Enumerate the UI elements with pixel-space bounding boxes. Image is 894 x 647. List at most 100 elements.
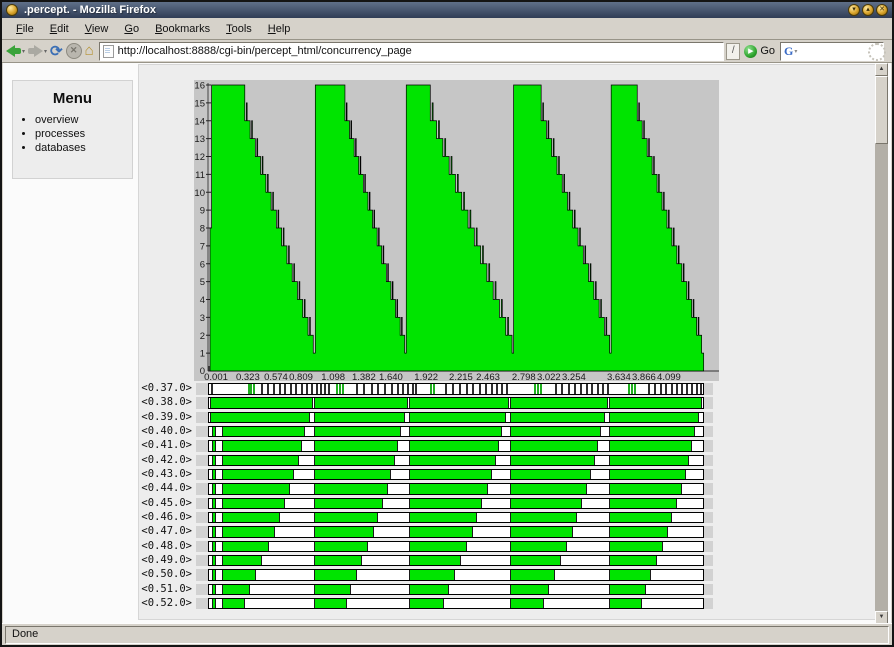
back-dropdown-caret[interactable]: ▾ xyxy=(22,48,25,55)
vertical-scrollbar[interactable]: ▲ ▼ xyxy=(875,63,888,624)
event-tick xyxy=(273,384,276,394)
url-bar[interactable] xyxy=(98,41,725,61)
event-tick xyxy=(377,384,380,394)
event-tick xyxy=(396,384,399,394)
running-segment xyxy=(212,441,216,451)
forward-arrow-icon xyxy=(34,45,44,57)
home-button[interactable]: ⌂ xyxy=(85,43,94,58)
process-timeline-bar xyxy=(208,411,704,424)
event-tick xyxy=(278,384,281,394)
event-tick xyxy=(606,384,609,394)
process-timeline-bar xyxy=(208,440,704,452)
running-segment xyxy=(212,512,216,523)
running-segment xyxy=(409,426,503,437)
process-row: <0.47.0> xyxy=(139,525,877,539)
running-segment xyxy=(221,484,291,494)
process-row: <0.39.0> xyxy=(139,411,877,425)
process-row: <0.45.0> xyxy=(139,497,877,511)
menu-help[interactable]: Help xyxy=(260,21,299,37)
title-bar[interactable]: .percept. - Mozilla Firefox ▾ ▴ ✕ xyxy=(2,2,892,18)
svg-text:0.809: 0.809 xyxy=(289,372,313,381)
svg-text:9: 9 xyxy=(200,206,205,217)
running-segment xyxy=(409,584,449,595)
svg-text:3.866: 3.866 xyxy=(632,372,656,381)
sidebar-item-processes[interactable]: processes xyxy=(35,128,132,140)
run-tick xyxy=(627,384,630,394)
menu-edit[interactable]: Edit xyxy=(42,21,77,37)
scroll-up-button[interactable]: ▲ xyxy=(875,63,888,76)
running-segment xyxy=(409,498,483,509)
svg-text:15: 15 xyxy=(194,98,205,109)
event-tick xyxy=(465,384,468,394)
scrollbar-thumb[interactable] xyxy=(875,76,888,144)
svg-text:0.323: 0.323 xyxy=(236,372,260,381)
run-tick xyxy=(250,384,253,394)
running-segment xyxy=(313,512,379,523)
status-bar: Done xyxy=(2,623,892,645)
svg-text:2.798: 2.798 xyxy=(512,372,536,381)
nav-toolbar: ▾ ▾ ⟳ ✕ ⌂ / ▶ Go G ▾ xyxy=(2,40,892,63)
running-segment xyxy=(313,584,351,595)
running-segment xyxy=(221,426,306,437)
event-tick xyxy=(311,384,314,394)
event-tick xyxy=(490,384,493,394)
forward-dropdown-caret[interactable]: ▾ xyxy=(44,48,47,55)
event-tick xyxy=(407,384,410,394)
running-segment xyxy=(409,455,496,466)
run-tick xyxy=(433,384,436,394)
event-tick xyxy=(686,384,689,394)
running-segment xyxy=(221,441,302,451)
running-segment xyxy=(212,498,216,509)
running-segment xyxy=(313,426,402,437)
process-pid-label: <0.46.0> xyxy=(141,510,192,523)
svg-text:10: 10 xyxy=(194,188,205,199)
event-tick xyxy=(300,384,303,394)
event-tick xyxy=(574,384,577,394)
google-search-icon[interactable]: G xyxy=(784,44,793,59)
menu-bookmarks[interactable]: Bookmarks xyxy=(147,21,218,37)
event-tick xyxy=(478,384,481,394)
sidebar-item-databases[interactable]: databases xyxy=(35,142,132,154)
running-segment xyxy=(313,541,369,552)
window-title: .percept. - Mozilla Firefox xyxy=(24,4,157,16)
menu-file[interactable]: File xyxy=(8,21,42,37)
menu-tools[interactable]: Tools xyxy=(218,21,260,37)
url-dropdown-button[interactable]: / xyxy=(726,42,741,60)
minimize-button[interactable]: ▾ xyxy=(848,4,860,16)
running-segment xyxy=(212,426,216,437)
running-segment xyxy=(221,541,269,552)
process-timeline-bar xyxy=(208,597,704,610)
running-segment xyxy=(609,541,663,552)
menu-view[interactable]: View xyxy=(77,21,117,37)
process-timeline-strip xyxy=(196,397,713,409)
close-button[interactable]: ✕ xyxy=(876,4,888,16)
running-segment xyxy=(409,398,510,408)
go-button-label: Go xyxy=(760,45,775,57)
process-timeline-strip xyxy=(196,483,713,495)
maximize-button[interactable]: ▴ xyxy=(862,4,874,16)
svg-text:0.001: 0.001 xyxy=(204,372,228,381)
run-tick xyxy=(247,384,250,394)
stop-button[interactable]: ✕ xyxy=(65,43,82,59)
reload-button[interactable]: ⟳ xyxy=(50,44,63,59)
running-segment xyxy=(409,412,507,423)
url-input[interactable] xyxy=(117,45,721,57)
event-tick xyxy=(445,384,448,394)
process-timeline-strip xyxy=(196,468,713,481)
process-timeline-strip xyxy=(196,511,713,524)
sidebar-item-overview[interactable]: overview xyxy=(35,114,132,126)
running-segment xyxy=(510,584,549,595)
running-segment xyxy=(221,555,263,566)
process-row: <0.37.0> xyxy=(139,382,877,396)
event-tick xyxy=(472,384,475,394)
go-button[interactable]: ▶ Go xyxy=(744,44,775,58)
running-segment xyxy=(210,398,313,408)
back-button[interactable]: ▾ xyxy=(6,45,25,57)
running-segment xyxy=(609,527,669,537)
browser-window: .percept. - Mozilla Firefox ▾ ▴ ✕ File Ed… xyxy=(0,0,894,647)
event-tick xyxy=(596,384,599,394)
forward-button[interactable]: ▾ xyxy=(28,45,47,57)
page-content: Menu overviewprocessesdatabases 12345678… xyxy=(3,63,891,624)
menu-go[interactable]: Go xyxy=(116,21,147,37)
running-segment xyxy=(221,455,299,466)
